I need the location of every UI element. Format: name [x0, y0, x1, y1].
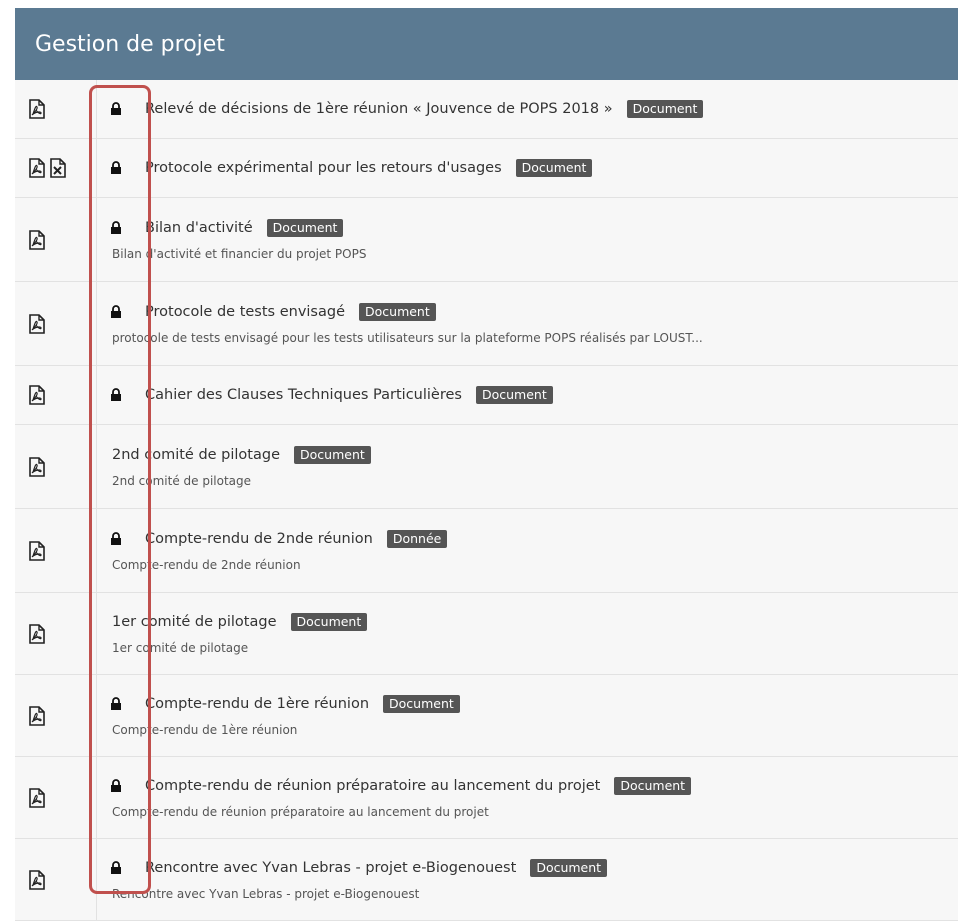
type-badge: Document: [359, 302, 436, 321]
item-title[interactable]: Rencontre avec Yvan Lebras - projet e-Bi…: [145, 860, 516, 876]
file-icons: [15, 139, 97, 197]
file-icons: [15, 757, 97, 838]
item-content: Protocole expérimental pour les retours …: [97, 139, 958, 197]
list-item[interactable]: 1er comité de pilotage Document 1er comité…: [15, 593, 958, 675]
type-badge: Document: [530, 858, 608, 877]
item-content: Protocole de tests envisagé Document proto…: [97, 282, 958, 365]
file-icons: [15, 509, 97, 592]
item-title-line: Protocole expérimental pour les retours …: [110, 159, 958, 177]
pdf-icon[interactable]: [28, 540, 46, 561]
pdf-icon[interactable]: [28, 99, 46, 119]
file-icons: [15, 198, 97, 281]
lock-icon: [110, 778, 132, 793]
section-title: Gestion de projet: [35, 31, 225, 57]
item-description: Compte-rendu de réunion préparatoire au …: [112, 804, 489, 819]
document-list: Relevé de décisions de 1ère réunion « Jo…: [15, 80, 958, 921]
list-item[interactable]: Compte-rendu de 1ère réunion Document Comp…: [15, 675, 958, 757]
lock-icon: [110, 304, 132, 319]
type-badge: Document: [614, 776, 692, 795]
item-content: Relevé de décisions de 1ère réunion « Jo…: [97, 80, 958, 138]
item-content: Rencontre avec Yvan Lebras - projet e-Bi…: [97, 839, 958, 920]
file-icons: [15, 80, 97, 138]
type-badge: Document: [290, 612, 368, 631]
list-item[interactable]: Bilan d'activité Document Bilan d'activité…: [15, 198, 958, 282]
excel-icon[interactable]: [49, 158, 67, 178]
pdf-icon[interactable]: [28, 705, 46, 726]
item-content: 2nd comité de pilotage Document 2nd comité…: [97, 425, 958, 508]
pdf-icon[interactable]: [28, 869, 46, 890]
item-title-line: Compte-rendu de réunion préparatoire au …: [110, 776, 958, 795]
item-description: Rencontre avec Yvan Lebras - projet e-Bi…: [112, 886, 420, 901]
type-badge: Document: [266, 218, 344, 237]
item-content: Bilan d'activité Document Bilan d'activité…: [97, 198, 958, 281]
list-item[interactable]: Relevé de décisions de 1ère réunion « Jo…: [15, 80, 958, 139]
item-content: 1er comité de pilotage Document 1er comité…: [97, 593, 958, 674]
list-item[interactable]: Protocole de tests envisagé Document proto…: [15, 282, 958, 366]
pdf-icon[interactable]: [28, 158, 46, 178]
item-title-line: Bilan d'activité Document: [110, 218, 958, 237]
lock-icon: [110, 161, 132, 175]
pdf-icon[interactable]: [28, 787, 46, 808]
type-badge: Document: [515, 159, 593, 177]
list-item[interactable]: Compte-rendu de 2nde réunion Donnée Compte…: [15, 509, 958, 593]
section-header: Gestion de projet: [15, 8, 958, 80]
item-title[interactable]: Relevé de décisions de 1ère réunion « Jo…: [145, 101, 613, 117]
item-title-line: Protocole de tests envisagé Document: [110, 302, 958, 321]
item-title[interactable]: Compte-rendu de 2nde réunion: [145, 531, 373, 547]
item-title-line: Relevé de décisions de 1ère réunion « Jo…: [110, 100, 958, 118]
list-item[interactable]: Compte-rendu de réunion préparatoire au …: [15, 757, 958, 839]
type-badge: Document: [626, 100, 704, 118]
list-item[interactable]: Cahier des Clauses Techniques Particuliè…: [15, 366, 958, 425]
lock-icon: [110, 220, 132, 235]
pdf-icon[interactable]: [28, 229, 46, 250]
item-title-line: Compte-rendu de 2nde réunion Donnée: [110, 529, 958, 548]
item-description: Compte-rendu de 1ère réunion: [112, 722, 298, 737]
lock-icon: [110, 696, 132, 711]
item-content: Compte-rendu de 1ère réunion Document Comp…: [97, 675, 958, 756]
item-title-line: 1er comité de pilotage Document: [112, 612, 958, 631]
file-icons: [15, 425, 97, 508]
pdf-icon[interactable]: [28, 313, 46, 334]
item-description: Compte-rendu de 2nde réunion: [112, 557, 301, 572]
file-icons: [15, 366, 97, 424]
lock-icon: [110, 388, 132, 402]
item-title[interactable]: Bilan d'activité: [145, 220, 253, 236]
item-title[interactable]: 2nd comité de pilotage: [112, 447, 280, 463]
item-content: Compte-rendu de réunion préparatoire au …: [97, 757, 958, 838]
list-item[interactable]: Rencontre avec Yvan Lebras - projet e-Bi…: [15, 839, 958, 921]
type-badge: Document: [475, 386, 553, 404]
item-title[interactable]: Protocole de tests envisagé: [145, 304, 345, 320]
lock-icon: [110, 860, 132, 875]
lock-icon: [110, 102, 132, 116]
file-icons: [15, 282, 97, 365]
type-badge: Document: [294, 445, 371, 464]
item-description: 1er comité de pilotage: [112, 640, 249, 655]
item-content: Compte-rendu de 2nde réunion Donnée Compte…: [97, 509, 958, 592]
item-title-line: 2nd comité de pilotage Document: [112, 445, 958, 464]
list-item[interactable]: Protocole expérimental pour les retours …: [15, 139, 958, 198]
type-badge: Document: [383, 694, 460, 713]
item-title[interactable]: Compte-rendu de 1ère réunion: [145, 696, 369, 712]
item-description: 2nd comité de pilotage: [112, 473, 252, 488]
list-item[interactable]: 2nd comité de pilotage Document 2nd comité…: [15, 425, 958, 509]
file-icons: [15, 675, 97, 756]
item-content: Cahier des Clauses Techniques Particuliè…: [97, 366, 958, 424]
type-badge: Donnée: [386, 529, 448, 548]
file-icons: [15, 593, 97, 674]
file-icons: [15, 839, 97, 920]
item-title[interactable]: 1er comité de pilotage: [112, 614, 277, 630]
item-title-line: Compte-rendu de 1ère réunion Document: [110, 694, 958, 713]
item-title-line: Cahier des Clauses Techniques Particuliè…: [110, 386, 958, 404]
pdf-icon[interactable]: [28, 385, 46, 405]
pdf-icon[interactable]: [28, 456, 46, 477]
pdf-icon[interactable]: [28, 623, 46, 644]
item-title[interactable]: Compte-rendu de réunion préparatoire au …: [145, 778, 600, 794]
lock-icon: [110, 531, 132, 546]
item-description: protocole de tests envisagé pour les tes…: [112, 330, 703, 345]
item-title-line: Rencontre avec Yvan Lebras - projet e-Bi…: [110, 858, 958, 877]
item-title[interactable]: Cahier des Clauses Techniques Particuliè…: [145, 387, 462, 403]
item-title[interactable]: Protocole expérimental pour les retours …: [145, 160, 502, 176]
item-description: Bilan d'activité et financier du projet …: [112, 246, 367, 261]
